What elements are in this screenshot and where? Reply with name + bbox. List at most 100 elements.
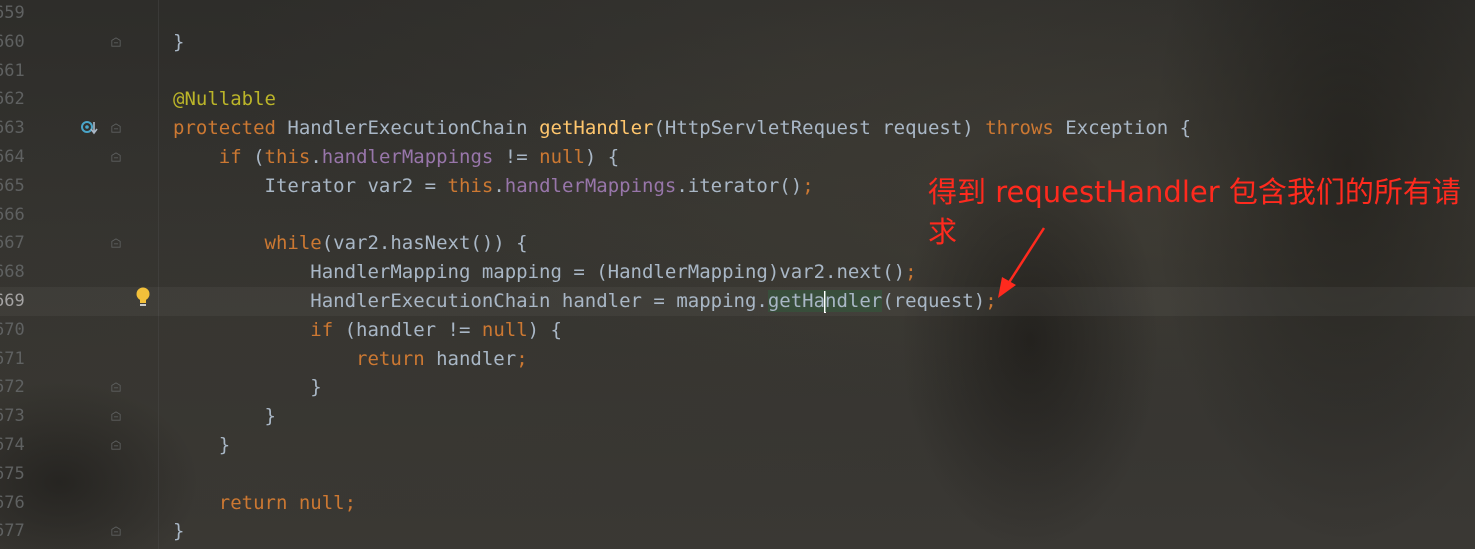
code-text[interactable]: HandlerExecutionChain handler = mapping.…	[173, 287, 997, 316]
line-number[interactable]: 666	[0, 201, 28, 230]
intention-bulb-icon[interactable]	[134, 286, 152, 308]
line-number[interactable]: 671	[0, 345, 28, 374]
line-number[interactable]: 664	[0, 143, 28, 172]
line-number[interactable]: 668	[0, 258, 28, 287]
code-token: ndler	[825, 290, 883, 312]
code-line[interactable]: 674 }	[0, 431, 1475, 460]
code-token: ) {	[584, 146, 620, 168]
code-text[interactable]: return null;	[173, 489, 356, 518]
code-line[interactable]: 669 HandlerExecutionChain handler = mapp…	[0, 287, 1475, 316]
code-token: }	[173, 434, 231, 456]
line-number[interactable]: 661	[0, 57, 28, 86]
code-text[interactable]: }	[173, 28, 184, 57]
code-token: HandlerExecutionChain	[287, 117, 540, 140]
line-number[interactable]: 670	[0, 316, 28, 345]
code-token: (	[253, 146, 265, 168]
fold-marker-icon[interactable]	[111, 440, 121, 450]
code-line[interactable]: 676 return null;	[0, 489, 1475, 518]
code-text[interactable]: }	[173, 431, 230, 460]
fold-marker-icon[interactable]	[111, 526, 121, 536]
code-token: }	[173, 30, 185, 53]
code-token: HandlerMapping mapping = (HandlerMapping…	[173, 261, 906, 284]
code-token: }	[173, 405, 276, 428]
code-line[interactable]: 663 protected HandlerExecutionChain getHa…	[0, 114, 1475, 143]
code-token: handlerMappings	[504, 174, 677, 197]
code-token: (handler !=	[344, 318, 482, 341]
code-token: (var2.hasNext()) {	[321, 232, 528, 255]
code-token: getHa	[767, 290, 826, 312]
code-text[interactable]: if (this.handlerMappings != null) {	[173, 143, 619, 172]
code-token: if	[310, 318, 345, 341]
code-text[interactable]: }	[173, 402, 276, 431]
code-line[interactable]: 673 }	[0, 402, 1475, 431]
line-number[interactable]: 672	[0, 373, 28, 402]
code-token: Iterator var2 =	[173, 174, 448, 197]
code-line[interactable]: 661	[0, 57, 1475, 86]
line-number[interactable]: 660	[0, 28, 28, 57]
line-number[interactable]: 675	[0, 460, 28, 489]
code-token: null	[481, 318, 528, 341]
code-text[interactable]: }	[173, 373, 322, 402]
code-line[interactable]: 662 @Nullable	[0, 85, 1475, 114]
fold-marker-icon[interactable]	[111, 152, 121, 162]
line-number[interactable]: 677	[0, 517, 28, 546]
code-token: getHandler	[539, 117, 654, 140]
code-token: this	[264, 146, 311, 168]
code-token: .	[310, 146, 322, 168]
code-token: @Nullable	[173, 88, 276, 111]
line-number[interactable]: 665	[0, 172, 28, 201]
fold-marker-icon[interactable]	[111, 123, 121, 133]
code-text[interactable]: Iterator var2 = this.handlerMappings.ite…	[173, 172, 814, 201]
code-token: handler	[436, 347, 517, 370]
line-number[interactable]: 669	[0, 287, 28, 316]
code-token: ;	[516, 347, 528, 370]
code-token: (HttpServletRequest request)	[653, 117, 986, 140]
code-token: ;	[802, 174, 814, 197]
code-line[interactable]: 677}	[0, 517, 1475, 546]
code-text[interactable]: return handler;	[173, 345, 528, 374]
code-line[interactable]: 671 return handler;	[0, 345, 1475, 374]
code-line[interactable]: 675	[0, 460, 1475, 489]
code-text[interactable]: if (handler != null) {	[173, 316, 562, 345]
code-line[interactable]: 664 if (this.handlerMappings != null) {	[0, 143, 1475, 172]
code-token: return	[356, 347, 437, 370]
code-token: ;	[344, 491, 357, 514]
code-token: }	[173, 376, 322, 399]
fold-marker-icon[interactable]	[111, 37, 121, 47]
fold-marker-icon[interactable]	[111, 411, 121, 421]
code-token: this	[447, 174, 494, 197]
code-text[interactable]: protected HandlerExecutionChain getHandl…	[173, 114, 1191, 143]
line-number[interactable]: 659	[0, 0, 28, 28]
code-line[interactable]: 668 HandlerMapping mapping = (HandlerMap…	[0, 258, 1475, 287]
code-token: ;	[905, 261, 917, 284]
code-text[interactable]: HandlerMapping mapping = (HandlerMapping…	[173, 258, 917, 287]
fold-marker-icon[interactable]	[111, 382, 121, 392]
line-number[interactable]: 674	[0, 431, 28, 460]
code-token: while	[264, 232, 322, 255]
line-number[interactable]: 663	[0, 114, 28, 143]
code-text[interactable]: @Nullable	[173, 85, 276, 114]
code-token: !=	[493, 146, 540, 168]
code-line[interactable]: 672 }	[0, 373, 1475, 402]
code-token: ) {	[527, 318, 562, 341]
line-number[interactable]: 662	[0, 85, 28, 114]
line-number[interactable]: 667	[0, 229, 28, 258]
code-line[interactable]: 660}	[0, 28, 1475, 57]
code-token: if	[218, 146, 254, 168]
code-editor[interactable]: 659660}661662@Nullable663protected Handl…	[0, 0, 1475, 549]
method-override-icon[interactable]	[80, 119, 100, 137]
fold-marker-icon[interactable]	[111, 238, 121, 248]
line-number[interactable]: 673	[0, 402, 28, 431]
code-token: .	[493, 174, 505, 197]
line-number[interactable]: 676	[0, 489, 28, 518]
code-text[interactable]: }	[173, 517, 184, 546]
code-token: null	[539, 146, 585, 168]
code-line[interactable]: 670 if (handler != null) {	[0, 316, 1475, 345]
code-line[interactable]: 659	[0, 0, 1475, 28]
code-text[interactable]: while(var2.hasNext()) {	[173, 229, 528, 258]
code-token: .iterator()	[676, 174, 803, 197]
